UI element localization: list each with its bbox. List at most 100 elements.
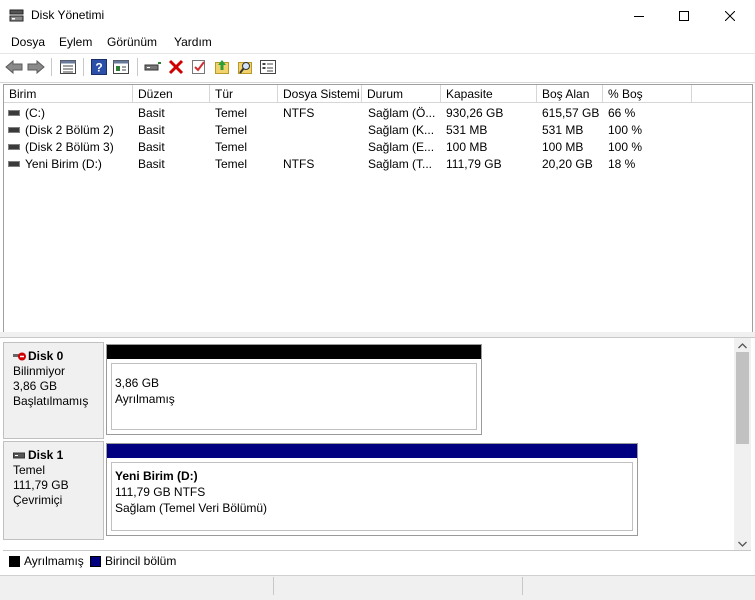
- volume-capacity: 531 MB: [446, 123, 488, 137]
- table-row[interactable]: Yeni Birim (D:) Basit Temel NTFS Sağlam …: [4, 156, 752, 173]
- disk-name: Disk 0: [28, 349, 64, 363]
- scrollbar-thumb[interactable]: [736, 352, 749, 444]
- legend-swatch-unallocated: [9, 556, 20, 567]
- disk-0-label[interactable]: Disk 0 Bilinmiyor 3,86 GB Başlatılmamış: [3, 342, 104, 439]
- scroll-up-icon[interactable]: [737, 340, 748, 350]
- volume-filesystem: NTFS: [283, 106, 315, 120]
- column-header-birim[interactable]: Birim: [4, 85, 133, 103]
- volume-type: Temel: [215, 140, 248, 154]
- volume-icon: [8, 144, 20, 150]
- disk-type: Bilinmiyor: [13, 364, 66, 378]
- window-title: Disk Yönetimi: [31, 8, 105, 22]
- volume-name: (Disk 2 Bölüm 2): [25, 123, 114, 137]
- help-icon[interactable]: ?: [89, 57, 109, 77]
- toolbar-separator: [137, 58, 138, 76]
- volume-layout: Basit: [138, 123, 165, 137]
- properties-icon[interactable]: [111, 57, 131, 77]
- close-button[interactable]: [707, 0, 753, 31]
- delete-icon[interactable]: [166, 57, 186, 77]
- column-header-dosya-sistemi[interactable]: Dosya Sistemi: [278, 85, 362, 103]
- partition-size-fs: 111,79 GB NTFS: [115, 485, 206, 499]
- column-header-yuzde-bos[interactable]: % Boş: [603, 85, 692, 103]
- volume-type: Temel: [215, 106, 248, 120]
- svg-text:?: ?: [95, 61, 102, 75]
- disk-1-label[interactable]: Disk 1 Temel 111,79 GB Çevrimiçi: [3, 441, 104, 540]
- volume-layout: Basit: [138, 106, 165, 120]
- volume-percent-free: 100 %: [608, 123, 643, 137]
- volume-capacity: 930,26 GB: [446, 106, 504, 120]
- table-row[interactable]: (Disk 2 Bölüm 3) Basit Temel Sağlam (E..…: [4, 139, 752, 156]
- menu-gorunum[interactable]: Görünüm: [107, 35, 157, 49]
- volume-name: Yeni Birim (D:): [25, 157, 102, 171]
- partition-status: Ayrılmamış: [115, 392, 175, 406]
- volume-capacity: 100 MB: [446, 140, 488, 154]
- volume-name: (C:): [25, 106, 45, 120]
- forward-icon[interactable]: [26, 57, 46, 77]
- legend-swatch-primary: [90, 556, 101, 567]
- partition-size: 3,86 GB: [115, 376, 160, 390]
- up-icon[interactable]: [212, 57, 232, 77]
- volume-type: Temel: [215, 123, 248, 137]
- disk-offline-icon: [13, 351, 26, 362]
- volume-list[interactable]: Birim Düzen Tür Dosya Sistemi Durum Kapa…: [3, 84, 753, 334]
- partition-color-bar: [107, 444, 637, 458]
- check-icon[interactable]: [189, 57, 209, 77]
- partition-body: 3,86 GB Ayrılmamış: [111, 363, 477, 430]
- volume-name: (Disk 2 Bölüm 3): [25, 140, 114, 154]
- volume-free-space: 531 MB: [542, 123, 584, 137]
- volume-status: Sağlam (T...: [368, 157, 433, 171]
- list-view-icon[interactable]: [58, 57, 78, 77]
- menu-dosya[interactable]: Dosya: [11, 35, 45, 49]
- legend-label-unallocated: Ayrılmamış: [24, 554, 84, 568]
- disk-0-partition-unallocated[interactable]: 3,86 GB Ayrılmamış: [106, 344, 482, 435]
- disk-size: 111,79 GB: [13, 478, 69, 492]
- volume-icon: [8, 127, 20, 133]
- back-icon[interactable]: [4, 57, 24, 77]
- column-header-filler: [692, 85, 752, 103]
- volume-free-space: 100 MB: [542, 140, 584, 154]
- maximize-button[interactable]: [661, 0, 707, 31]
- disk-1-partition-primary[interactable]: Yeni Birim (D:) 111,79 GB NTFS Sağlam (T…: [106, 443, 638, 536]
- search-icon[interactable]: [235, 57, 255, 77]
- partition-body: Yeni Birim (D:) 111,79 GB NTFS Sağlam (T…: [111, 462, 633, 531]
- volume-filesystem: NTFS: [283, 157, 315, 171]
- status-segment: [274, 577, 523, 595]
- volume-status: Sağlam (Ö...: [368, 106, 436, 120]
- rescan-icon[interactable]: [143, 57, 163, 77]
- partition-status: Sağlam (Temel Veri Bölümü): [115, 501, 268, 515]
- legend-label-primary: Birincil bölüm: [105, 554, 177, 568]
- partition-title: Yeni Birim (D:): [115, 469, 198, 483]
- volume-icon: [8, 110, 20, 116]
- volume-percent-free: 66 %: [608, 106, 636, 120]
- volume-status: Sağlam (E...: [368, 140, 435, 154]
- table-row[interactable]: (C:) Basit Temel NTFS Sağlam (Ö... 930,2…: [4, 105, 752, 122]
- column-header-durum[interactable]: Durum: [362, 85, 441, 103]
- disk-name: Disk 1: [28, 448, 64, 462]
- volume-free-space: 615,57 GB: [542, 106, 600, 120]
- volume-percent-free: 100 %: [608, 140, 643, 154]
- disk-status: Başlatılmamış: [13, 394, 89, 408]
- table-row[interactable]: (Disk 2 Bölüm 2) Basit Temel Sağlam (K..…: [4, 122, 752, 139]
- toolbar-separator: [51, 58, 52, 76]
- disk-type: Temel: [13, 463, 46, 477]
- menu-eylem[interactable]: Eylem: [59, 35, 92, 49]
- column-header-tur[interactable]: Tür: [210, 85, 278, 103]
- disk-size: 3,86 GB: [13, 379, 58, 393]
- volume-icon: [8, 161, 20, 167]
- disk-status: Çevrimiçi: [13, 493, 63, 507]
- menu-yardim[interactable]: Yardım: [174, 35, 212, 49]
- column-header-kapasite[interactable]: Kapasite: [441, 85, 537, 103]
- column-header-bos-alan[interactable]: Boş Alan: [537, 85, 603, 103]
- volume-free-space: 20,20 GB: [542, 157, 593, 171]
- volume-percent-free: 18 %: [608, 157, 636, 171]
- volume-layout: Basit: [138, 140, 165, 154]
- volume-layout: Basit: [138, 157, 165, 171]
- column-header-duzen[interactable]: Düzen: [133, 85, 210, 103]
- scroll-down-icon[interactable]: [737, 538, 748, 548]
- disk-management-icon: [9, 9, 24, 22]
- console-icon[interactable]: [258, 57, 278, 77]
- volume-type: Temel: [215, 157, 248, 171]
- minimize-button[interactable]: [616, 0, 662, 31]
- volume-status: Sağlam (K...: [368, 123, 435, 137]
- disk-icon: [13, 450, 26, 461]
